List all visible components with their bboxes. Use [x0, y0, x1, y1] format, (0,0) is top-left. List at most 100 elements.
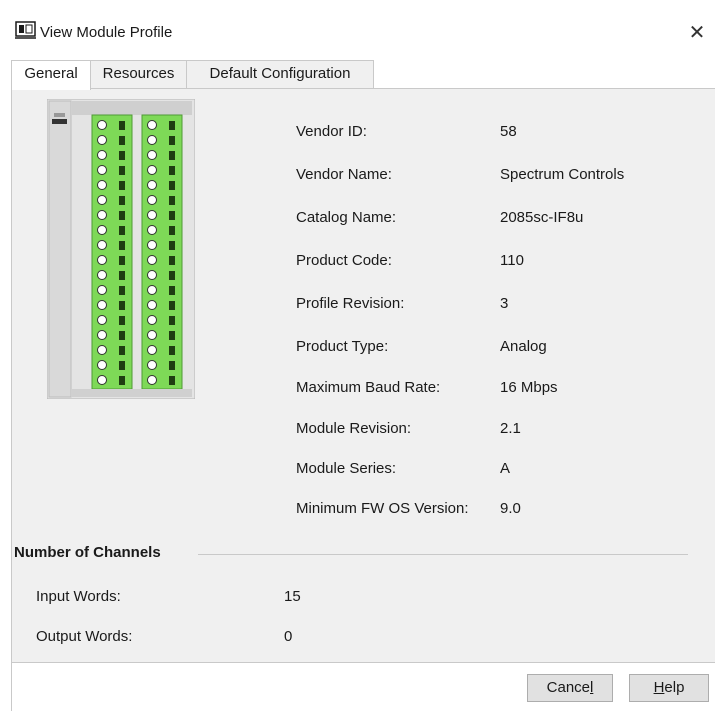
- terminal-clamp: [169, 196, 175, 205]
- input-words-value: 15: [284, 588, 301, 605]
- terminal-screw: [147, 285, 157, 295]
- terminal-screw: [97, 210, 107, 220]
- terminal-screw: [147, 135, 157, 145]
- terminal-screw: [147, 330, 157, 340]
- minimum-fw-os-version-label: Minimum FW OS Version:: [296, 500, 469, 517]
- profile-revision-label: Profile Revision:: [296, 295, 405, 312]
- module-series-label: Module Series:: [296, 460, 397, 477]
- terminal-screw: [147, 210, 157, 220]
- close-icon: ✕: [688, 22, 706, 44]
- terminal-clamp: [119, 361, 125, 370]
- terminal-clamp: [169, 346, 175, 355]
- terminal-screw: [97, 240, 107, 250]
- terminal-clamp: [119, 241, 125, 250]
- terminal-clamp: [169, 241, 175, 250]
- terminal-clamp: [169, 361, 175, 370]
- terminal-clamp: [169, 331, 175, 340]
- terminal-screw: [147, 240, 157, 250]
- terminal-screw: [97, 270, 107, 280]
- terminal-clamp: [119, 181, 125, 190]
- terminal-screw: [97, 360, 107, 370]
- terminal-clamp: [169, 166, 175, 175]
- terminal-clamp: [119, 331, 125, 340]
- module-series-value: A: [500, 460, 511, 477]
- terminal-clamp: [169, 286, 175, 295]
- terminal-clamp: [169, 121, 175, 130]
- terminal-clamp: [119, 121, 125, 130]
- terminal-screw: [147, 150, 157, 160]
- tab-strip: General Resources Default Configuration: [0, 60, 715, 90]
- terminal-clamp: [169, 226, 175, 235]
- vendor-id-value: 58: [500, 123, 517, 140]
- terminal-screw: [147, 315, 157, 325]
- terminal-screw: [97, 285, 107, 295]
- module-revision-value: 2.1: [500, 420, 521, 437]
- group-divider: [198, 554, 688, 555]
- maximum-baud-rate-label: Maximum Baud Rate:: [296, 379, 441, 396]
- terminal-screw: [97, 180, 107, 190]
- terminal-clamp: [119, 286, 125, 295]
- terminal-clamp: [119, 196, 125, 205]
- help-button[interactable]: Help: [629, 674, 709, 702]
- vendor-name-label: Vendor Name:: [296, 166, 392, 183]
- tab-resources[interactable]: Resources: [90, 60, 187, 88]
- terminal-screw: [97, 150, 107, 160]
- tab-general[interactable]: General: [11, 60, 91, 90]
- help-mnemonic: H: [653, 679, 665, 696]
- tab-resources-label: Resources: [102, 65, 175, 82]
- general-tab-panel: Vendor ID: 58 Vendor Name: Spectrum Cont…: [11, 88, 715, 662]
- terminal-screw: [97, 375, 107, 385]
- terminal-clamp: [169, 301, 175, 310]
- tab-default-configuration-label: Default Configuration: [209, 65, 351, 82]
- module-profile-icon: [15, 21, 36, 39]
- window-title: View Module Profile: [40, 24, 173, 41]
- terminal-screw: [97, 255, 107, 265]
- input-words-label: Input Words:: [36, 588, 121, 605]
- terminal-screw: [147, 195, 157, 205]
- terminal-clamp: [169, 181, 175, 190]
- channels-heading: Number of Channels: [14, 544, 171, 561]
- terminal-clamp: [119, 301, 125, 310]
- terminal-screw: [147, 180, 157, 190]
- tab-default-configuration[interactable]: Default Configuration: [186, 60, 374, 88]
- terminal-screw: [97, 135, 107, 145]
- minimum-fw-os-version-value: 9.0: [500, 500, 521, 517]
- terminal-screw: [97, 330, 107, 340]
- catalog-name-value: 2085sc-IF8u: [500, 209, 584, 226]
- terminal-screw: [147, 375, 157, 385]
- view-module-profile-dialog: View Module Profile ✕ General Resources …: [0, 0, 715, 711]
- terminal-screw: [147, 300, 157, 310]
- terminal-clamp: [169, 376, 175, 385]
- terminal-screw: [97, 225, 107, 235]
- terminal-clamp: [119, 166, 125, 175]
- button-bar: Cancel Help: [11, 662, 715, 711]
- vendor-id-label: Vendor ID:: [296, 123, 367, 140]
- terminal-clamp: [169, 271, 175, 280]
- terminal-clamp: [119, 376, 125, 385]
- terminal-screw: [147, 345, 157, 355]
- terminal-clamp: [169, 136, 175, 145]
- terminal-clamp: [169, 211, 175, 220]
- terminal-clamp: [119, 346, 125, 355]
- terminal-clamp: [169, 256, 175, 265]
- catalog-name-label: Catalog Name:: [296, 209, 397, 226]
- product-code-label: Product Code:: [296, 252, 392, 269]
- title-bar: View Module Profile ✕: [0, 0, 715, 56]
- terminal-screw: [97, 165, 107, 175]
- help-label: elp: [664, 679, 685, 696]
- product-code-value: 110: [500, 252, 524, 269]
- product-type-label: Product Type:: [296, 338, 389, 355]
- terminal-clamp: [169, 316, 175, 325]
- terminal-screw: [97, 300, 107, 310]
- terminal-clamp: [169, 151, 175, 160]
- close-button[interactable]: ✕: [682, 19, 712, 47]
- output-words-value: 0: [284, 628, 293, 645]
- terminal-clamp: [119, 136, 125, 145]
- terminal-clamp: [119, 211, 125, 220]
- terminal-clamp: [119, 151, 125, 160]
- terminal-screw: [97, 120, 107, 130]
- cancel-button[interactable]: Cancel: [527, 674, 613, 702]
- terminal-screw: [147, 225, 157, 235]
- cancel-mnemonic: l: [590, 679, 594, 696]
- module-revision-label: Module Revision:: [296, 420, 412, 437]
